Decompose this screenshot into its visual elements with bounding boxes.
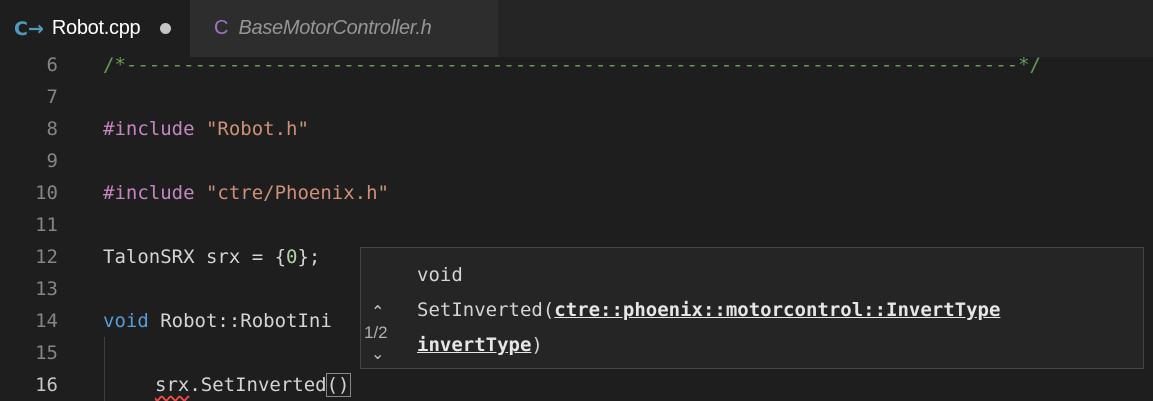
return-type: void xyxy=(417,264,463,286)
include-directive: #include xyxy=(103,118,195,140)
code-line[interactable]: 11 xyxy=(0,209,1153,241)
include-directive: #include xyxy=(103,182,195,204)
include-path: "ctre/Phoenix.h" xyxy=(194,182,389,204)
line-number: 15 xyxy=(35,342,58,364)
chevron-up-icon[interactable]: ⌃ xyxy=(371,302,384,321)
c-header-file-icon: C xyxy=(214,17,229,39)
include-path: "Robot.h" xyxy=(194,118,309,140)
overload-counter: 1/2 xyxy=(364,323,388,342)
comment-text: /*--------------------------------------… xyxy=(103,54,1041,76)
keyword-void: void xyxy=(103,310,149,332)
code-line[interactable]: 10 #include "ctre/Phoenix.h" xyxy=(0,177,1153,209)
closing-paren: ) xyxy=(531,334,543,356)
code-line[interactable]: 6 /*------------------------------------… xyxy=(0,49,1153,81)
number-literal: 0 xyxy=(286,246,298,268)
line-number: 14 xyxy=(35,310,58,332)
code-line[interactable]: 7 xyxy=(0,81,1153,113)
declaration-text: TalonSRX srx = { xyxy=(103,246,287,268)
tab-label: Robot.cpp xyxy=(51,17,141,39)
line-number: 13 xyxy=(35,278,58,300)
matching-brackets: () xyxy=(325,373,351,397)
active-parameter-name: invertType xyxy=(417,334,532,356)
line-number: 11 xyxy=(35,214,58,236)
line-number: 6 xyxy=(46,54,58,76)
function-name: SetInverted( xyxy=(417,299,555,321)
line-number: 8 xyxy=(46,118,58,140)
overload-navigator: ⌃ 1/2 ⌄ xyxy=(361,248,401,368)
function-signature: Robot::RobotIni xyxy=(148,310,332,332)
line-number: 12 xyxy=(35,246,58,268)
code-line-current[interactable]: 16 srx.SetInverted() xyxy=(0,369,1153,401)
line-number: 7 xyxy=(46,86,58,108)
signature-text: void SetInverted(ctre::phoenix::motorcon… xyxy=(417,258,1000,363)
declaration-end: }; xyxy=(297,246,321,268)
chevron-down-icon[interactable]: ⌄ xyxy=(371,344,384,363)
method-call: .SetInverted xyxy=(189,374,327,396)
tab-label: BaseMotorController.h xyxy=(238,17,432,39)
cpp-file-icon: C→ xyxy=(14,17,44,40)
code-line[interactable]: 9 xyxy=(0,145,1153,177)
line-number: 10 xyxy=(35,182,58,204)
code-line[interactable]: 8 #include "Robot.h" xyxy=(0,113,1153,145)
parameter-hints-popup: ⌃ 1/2 ⌄ void SetInverted(ctre::phoenix::… xyxy=(360,247,1144,369)
error-squiggle-identifier[interactable]: srx xyxy=(155,374,189,396)
active-parameter-type: ctre::phoenix::motorcontrol::InvertType xyxy=(554,299,1001,321)
line-number: 9 xyxy=(46,150,58,172)
line-number: 16 xyxy=(35,374,58,396)
unsaved-dot-icon[interactable] xyxy=(160,23,172,34)
